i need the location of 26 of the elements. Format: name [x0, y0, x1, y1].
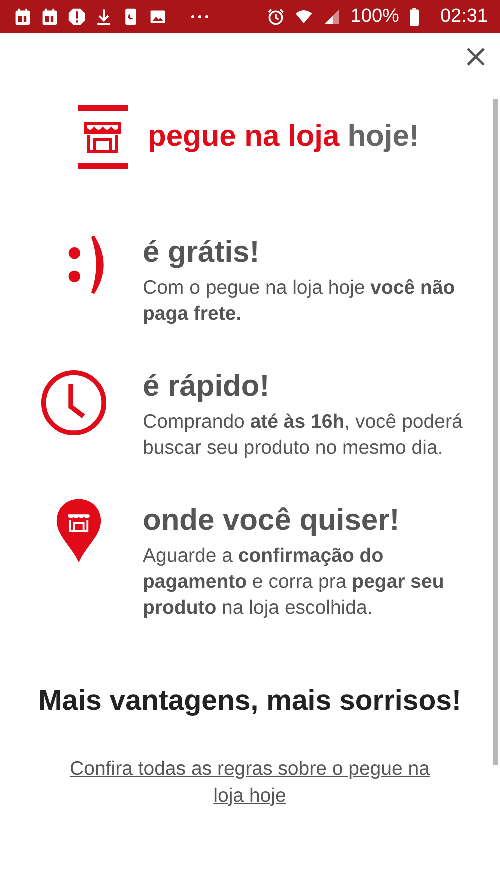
feature-description: Aguarde a confirmação do pagamento e corra pra pegar seu produto na loja escolhida. — [143, 544, 446, 621]
calendar-icon — [41, 8, 59, 26]
feature-title: é rápido! — [143, 369, 271, 405]
brand-name: pegue na loja — [148, 120, 340, 154]
alarm-icon — [266, 8, 285, 26]
feature-title: é grátis! — [143, 235, 261, 271]
image-icon — [149, 8, 167, 26]
headline: Mais vantagens, mais sorrisos! — [38, 685, 462, 718]
store-icon — [78, 105, 128, 169]
feature-title: onde você quiser! — [143, 503, 401, 539]
calendar-icon — [14, 8, 32, 26]
clock-time: 02:31 — [440, 6, 488, 28]
rules-link[interactable]: Confira todas as regras sobre o pegue na loja hoje — [55, 756, 445, 810]
download-icon — [95, 8, 113, 26]
battery-level: 100% — [350, 6, 400, 28]
close-icon[interactable] — [466, 47, 486, 67]
map-pin-icon — [54, 497, 102, 565]
battery-icon — [409, 8, 420, 26]
more-icon — [190, 14, 210, 20]
alert-icon — [68, 8, 86, 26]
clock-icon — [40, 369, 108, 437]
signal-icon — [322, 8, 341, 26]
feature-description: Comprando até às 16h, você poderá buscar seu produto no mesmo dia. — [143, 410, 463, 461]
title-text: hoje! — [348, 120, 420, 154]
feature-description: Com o pegue na loja hoje você não paga frete. — [143, 276, 456, 327]
wifi-icon — [294, 8, 313, 26]
